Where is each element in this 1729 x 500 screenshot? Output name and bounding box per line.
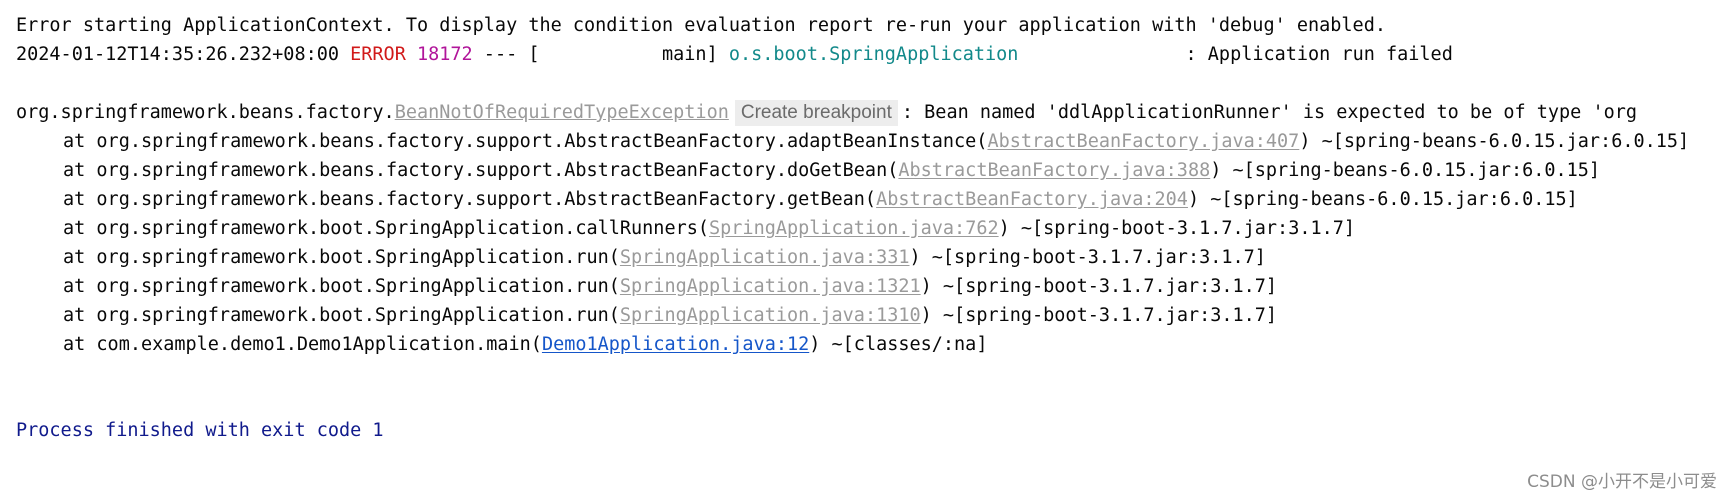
create-breakpoint-tooltip[interactable]: Create breakpoint bbox=[734, 100, 898, 126]
stack-frame-source-link[interactable]: AbstractBeanFactory.java:204 bbox=[876, 189, 1188, 210]
stack-frame-method: at org.springframework.beans.factory.sup… bbox=[63, 160, 899, 181]
stack-frame-method: at org.springframework.boot.SpringApplic… bbox=[63, 276, 620, 297]
stack-frame-source-link[interactable]: AbstractBeanFactory.java:407 bbox=[987, 131, 1299, 152]
exception-message: : Bean named 'ddlApplicationRunner' is e… bbox=[901, 102, 1637, 123]
stack-frame-jar: ) ~[spring-beans-6.0.15.jar:6.0.15] bbox=[1210, 160, 1601, 181]
process-exit-message: Process finished with exit code 1 bbox=[16, 420, 384, 441]
stack-frame: at org.springframework.beans.factory.sup… bbox=[63, 158, 1600, 184]
stack-frame-method: at org.springframework.beans.factory.sup… bbox=[63, 189, 877, 210]
stack-frame-jar: ) ~[spring-beans-6.0.15.jar:6.0.15] bbox=[1187, 189, 1578, 210]
log-line-context-error: Error starting ApplicationContext. To di… bbox=[16, 13, 1386, 39]
stack-frame-jar: ) ~[spring-boot-3.1.7.jar:3.1.7] bbox=[998, 218, 1356, 239]
log-pid: 18172 bbox=[405, 44, 473, 65]
stack-frame: at org.springframework.boot.SpringApplic… bbox=[63, 216, 1355, 242]
log-level: ERROR bbox=[350, 44, 406, 65]
stack-frame-jar: ) ~[spring-boot-3.1.7.jar:3.1.7] bbox=[920, 305, 1278, 326]
stack-frame-method: at org.springframework.beans.factory.sup… bbox=[63, 131, 988, 152]
stack-frame-jar: ) ~[spring-boot-3.1.7.jar:3.1.7] bbox=[909, 247, 1266, 268]
stack-frame-jar: ) ~[classes/:na] bbox=[809, 334, 988, 355]
stack-frame-method: at org.springframework.boot.SpringApplic… bbox=[63, 247, 620, 268]
stack-frame-source-link[interactable]: SpringApplication.java:762 bbox=[709, 218, 999, 239]
stack-frame: at org.springframework.boot.SpringApplic… bbox=[63, 274, 1277, 300]
stack-frame-source-link[interactable]: SpringApplication.java:1321 bbox=[620, 276, 921, 297]
stack-frame: at org.springframework.boot.SpringApplic… bbox=[63, 245, 1266, 271]
log-thread: --- [ main] bbox=[472, 44, 729, 65]
stack-frame-jar: ) ~[spring-beans-6.0.15.jar:6.0.15] bbox=[1299, 131, 1690, 152]
stack-frame: at com.example.demo1.Demo1Application.ma… bbox=[63, 332, 987, 358]
stack-frame-method: at com.example.demo1.Demo1Application.ma… bbox=[63, 334, 542, 355]
stack-frame-jar: ) ~[spring-boot-3.1.7.jar:3.1.7] bbox=[920, 276, 1278, 297]
log-logger: o.s.boot.SpringApplication bbox=[728, 44, 1019, 65]
exception-line: org.springframework.beans.factory.BeanNo… bbox=[16, 100, 1637, 126]
stack-frame-source-link[interactable]: AbstractBeanFactory.java:388 bbox=[898, 160, 1210, 181]
stack-frame-source-link[interactable]: SpringApplication.java:331 bbox=[620, 247, 910, 268]
csdn-watermark: CSDN @小开不是小可爱 bbox=[1527, 472, 1717, 492]
stack-frame-source-link[interactable]: Demo1Application.java:12 bbox=[542, 334, 809, 355]
stack-frame-method: at org.springframework.boot.SpringApplic… bbox=[63, 305, 620, 326]
stack-frame-method: at org.springframework.boot.SpringApplic… bbox=[63, 218, 710, 239]
stack-frame: at org.springframework.boot.SpringApplic… bbox=[63, 303, 1277, 329]
stack-frame: at org.springframework.beans.factory.sup… bbox=[63, 129, 1689, 155]
exception-package: org.springframework.beans.factory. bbox=[16, 102, 395, 123]
log-timestamp: 2024-01-12T14:35:26.232+08:00 bbox=[16, 44, 351, 65]
stack-frame-source-link[interactable]: SpringApplication.java:1310 bbox=[620, 305, 921, 326]
context-error-text: Error starting ApplicationContext. To di… bbox=[16, 15, 1386, 36]
exception-class-link[interactable]: BeanNotOfRequiredTypeException bbox=[395, 102, 729, 123]
stack-frame: at org.springframework.beans.factory.sup… bbox=[63, 187, 1578, 213]
log-line-app-failed: 2024-01-12T14:35:26.232+08:00 ERROR 1817… bbox=[16, 42, 1453, 68]
log-message: : Application run failed bbox=[1018, 44, 1453, 65]
console-output: Error starting ApplicationContext. To di… bbox=[0, 0, 1729, 500]
